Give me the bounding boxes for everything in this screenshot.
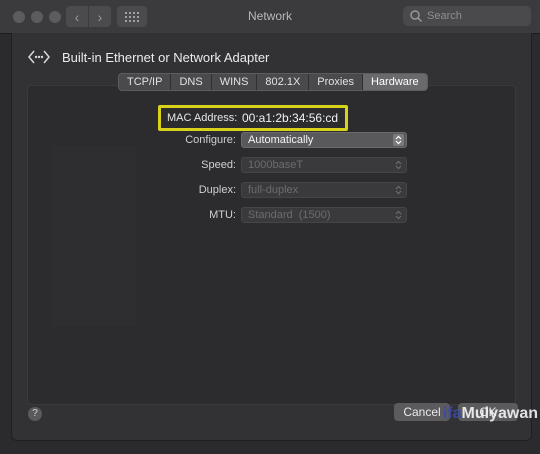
up-down-arrows-icon — [395, 160, 402, 170]
mac-address-label: MAC Address: — [167, 112, 238, 124]
tab-8021x[interactable]: 802.1X — [257, 74, 310, 90]
up-down-arrows-icon — [393, 134, 404, 146]
tab-hardware[interactable]: Hardware — [362, 74, 427, 90]
tab-tcpip[interactable]: TCP/IP — [119, 74, 172, 90]
title-bar: ‹ › Network Search — [0, 0, 540, 34]
tab-wins[interactable]: WINS — [212, 74, 258, 90]
speed-label: Speed: — [201, 159, 236, 171]
adapter-title: Built-in Ethernet or Network Adapter — [62, 50, 270, 65]
mtu-value: Standard (1500) — [248, 209, 331, 221]
tab-proxies[interactable]: Proxies — [309, 74, 363, 90]
network-adapter-icon — [28, 50, 50, 64]
up-down-arrows-icon — [395, 185, 402, 195]
configure-label: Configure: — [185, 134, 236, 146]
search-placeholder: Search — [427, 10, 462, 22]
mac-address-value: 00:a1:2b:34:56:cd — [242, 111, 339, 125]
mtu-select: Standard (1500) — [241, 207, 407, 223]
tab-bar: TCP/IP DNS WINS 802.1X Proxies Hardware — [118, 73, 428, 91]
speed-value: 1000baseT — [248, 159, 304, 171]
configure-value: Automatically — [248, 134, 314, 146]
network-window: ‹ › Network Search Built-in Ethernet or … — [0, 0, 540, 454]
watermark-name: Mulyawan — [461, 405, 538, 422]
duplex-select: full-duplex — [241, 182, 407, 198]
mtu-label: MTU: — [209, 209, 236, 221]
up-down-arrows-icon — [395, 210, 402, 220]
watermark-prefix: ifa — [442, 405, 462, 422]
speed-select: 1000baseT — [241, 157, 407, 173]
adapter-sheet: Built-in Ethernet or Network Adapter TCP… — [11, 33, 532, 441]
help-button[interactable]: ? — [28, 407, 42, 421]
configure-select[interactable]: Automatically — [241, 132, 407, 148]
tab-dns[interactable]: DNS — [171, 74, 212, 90]
duplex-label: Duplex: — [198, 184, 236, 196]
cancel-button[interactable]: Cancel — [394, 403, 450, 421]
duplex-value: full-duplex — [248, 184, 299, 196]
search-field[interactable]: Search — [403, 6, 531, 26]
watermark: ifaMulyawan — [443, 405, 538, 423]
search-icon — [410, 10, 422, 22]
panel-background — [52, 146, 136, 326]
